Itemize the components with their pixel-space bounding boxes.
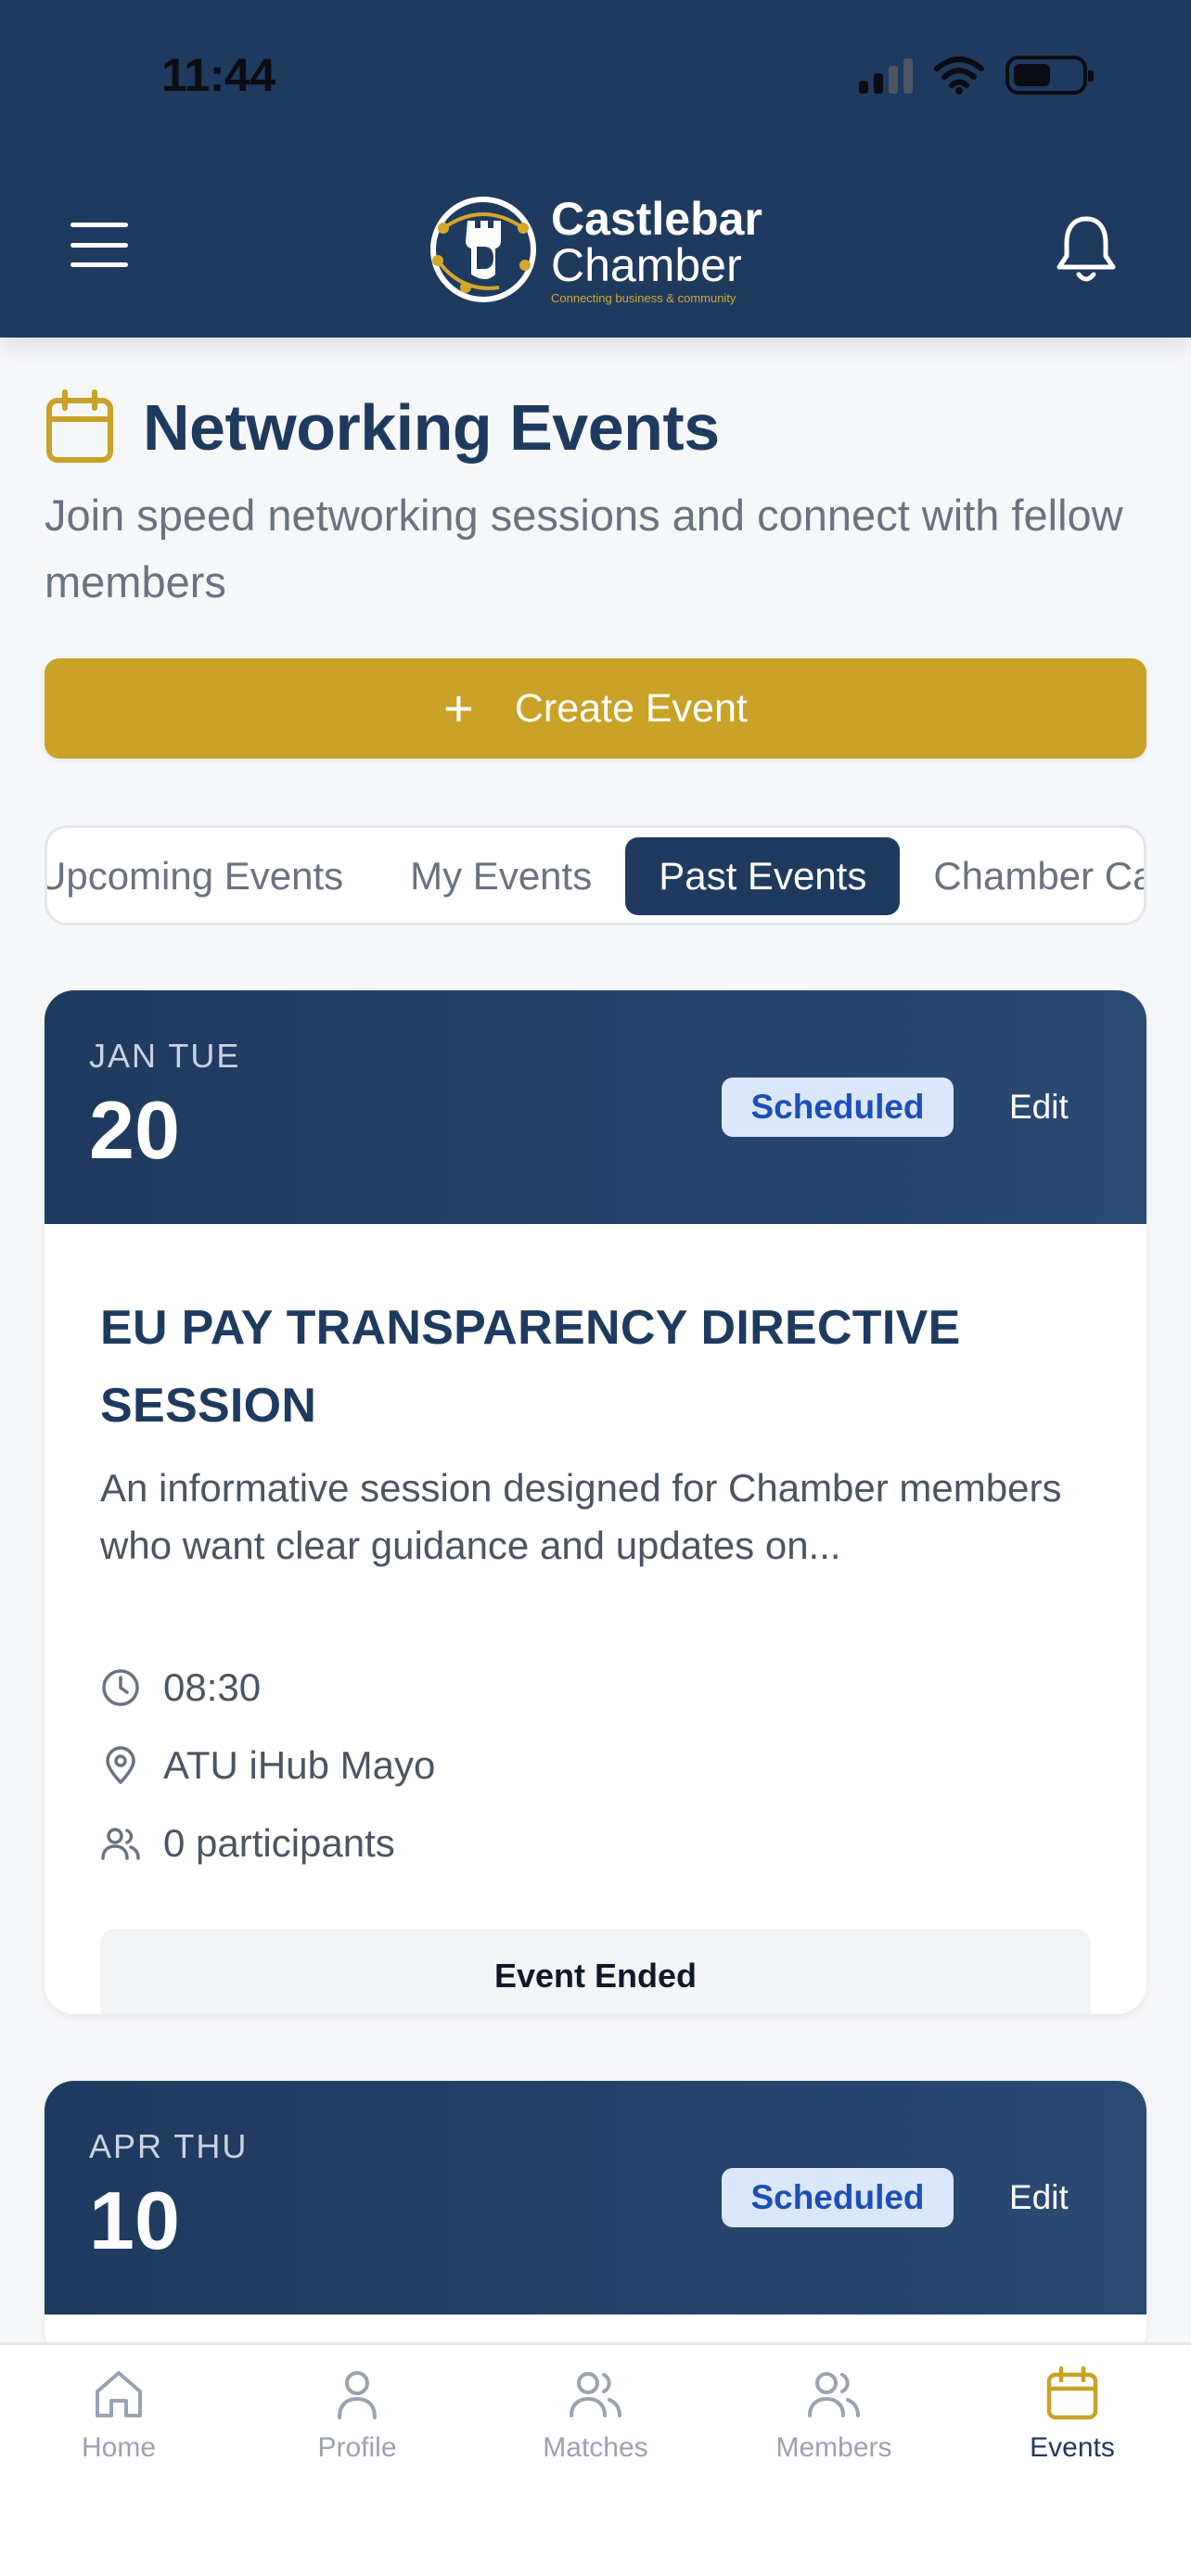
- nav-members-label: Members: [775, 2432, 892, 2463]
- notification-bell-icon[interactable]: [1054, 211, 1119, 286]
- event-participants: 0 participants: [163, 1821, 395, 1865]
- create-event-button[interactable]: + Create Event: [45, 658, 1146, 759]
- event-card[interactable]: JAN TUE 20 Scheduled Edit EU PAY TRANSPA…: [45, 990, 1146, 2014]
- status-icons: [859, 56, 1094, 95]
- tab-my-events[interactable]: My Events: [377, 837, 625, 915]
- chamber-logo-icon: [430, 197, 536, 302]
- calendar-icon: [46, 389, 113, 463]
- menu-bar: [70, 242, 128, 248]
- event-time: 08:30: [163, 1665, 262, 1709]
- event-month-day: JAN TUE: [89, 1037, 241, 1075]
- wifi-icon: [934, 57, 984, 95]
- home-icon: [96, 2371, 142, 2417]
- event-ended-button[interactable]: Event Ended: [100, 1929, 1091, 2014]
- logo-tagline: Connecting business & community: [551, 290, 736, 305]
- bottom-navigation: Home Profile Matches Members Events: [0, 2342, 1191, 2576]
- nav-home[interactable]: Home: [0, 2366, 237, 2464]
- event-card[interactable]: APR THU 10 Scheduled Edit: [45, 2081, 1146, 2359]
- status-badge: Scheduled: [722, 1078, 954, 1137]
- tab-upcoming-events[interactable]: Upcoming Events: [47, 837, 377, 915]
- event-title: EU PAY TRANSPARENCY DIRECTIVE SESSION: [100, 1301, 961, 1433]
- calendar-icon: [1046, 2366, 1098, 2420]
- app-header: 11:44 Castlebar Chamber Connecting busin…: [0, 0, 1191, 338]
- nav-profile[interactable]: Profile: [238, 2366, 476, 2464]
- clock-icon: [102, 1669, 139, 1706]
- nav-matches-label: Matches: [543, 2432, 648, 2463]
- nav-members[interactable]: Members: [715, 2366, 953, 2464]
- event-tabs[interactable]: Upcoming Events My Events Past Events Ch…: [45, 825, 1146, 925]
- chamber-wordmark: Castlebar Chamber Connecting business & …: [551, 196, 762, 304]
- cellular-signal-icon: [859, 57, 913, 94]
- event-location-row: ATU iHub Mayo: [100, 1743, 435, 1788]
- event-participants-row: 0 participants: [100, 1821, 395, 1866]
- nav-events[interactable]: Events: [954, 2366, 1191, 2464]
- edit-event-button[interactable]: Edit: [1009, 1078, 1069, 1137]
- tab-past-events[interactable]: Past Events: [625, 837, 901, 915]
- menu-bar: [70, 223, 128, 227]
- users-icon: [808, 2372, 860, 2417]
- event-time-row: 08:30: [100, 1665, 261, 1710]
- logo-line1: Castlebar: [551, 192, 762, 245]
- users-icon: [101, 1828, 140, 1860]
- user-icon: [338, 2371, 377, 2419]
- nav-matches[interactable]: Matches: [477, 2366, 714, 2464]
- battery-icon: [1005, 56, 1094, 95]
- nav-home-label: Home: [81, 2432, 157, 2463]
- users-icon: [570, 2372, 621, 2417]
- event-card-header: JAN TUE 20 Scheduled Edit: [45, 990, 1146, 1224]
- status-badge: Scheduled: [722, 2168, 954, 2227]
- nav-profile-label: Profile: [317, 2432, 397, 2463]
- logo-line2: Chamber: [551, 238, 742, 291]
- page-heading: Networking Events: [45, 389, 720, 465]
- event-date: 10: [89, 2174, 180, 2266]
- menu-bar: [70, 262, 128, 267]
- chamber-logo: Castlebar Chamber Connecting business & …: [425, 191, 762, 308]
- edit-event-button[interactable]: Edit: [1009, 2168, 1069, 2227]
- map-pin-icon: [106, 1746, 135, 1784]
- page-subtitle: Join speed networking sessions and conne…: [45, 491, 1123, 606]
- event-card-header: APR THU 10 Scheduled Edit: [45, 2081, 1146, 2315]
- plus-icon: +: [443, 679, 474, 737]
- page-title: Networking Events: [143, 391, 720, 464]
- menu-button[interactable]: [70, 223, 128, 267]
- create-event-label: Create Event: [514, 685, 748, 731]
- event-description: An informative session designed for Cham…: [100, 1466, 1062, 1567]
- tab-chamber-calendar[interactable]: Chamber Calendar: [900, 837, 1144, 915]
- event-location: ATU iHub Mayo: [163, 1743, 436, 1787]
- event-month-day: APR THU: [89, 2127, 249, 2165]
- event-date: 20: [89, 1084, 180, 1176]
- nav-events-label: Events: [1030, 2432, 1115, 2463]
- status-time: 11:44: [161, 49, 275, 101]
